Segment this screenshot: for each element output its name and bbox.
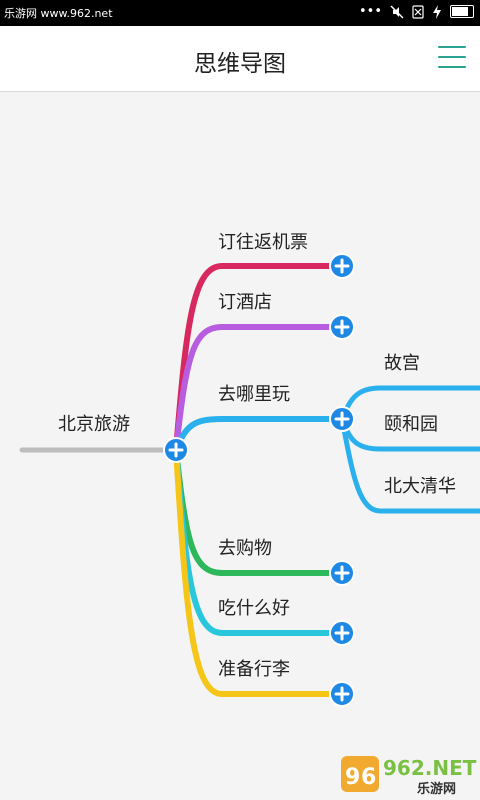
branch-label-hotel[interactable]: 订酒店 [218, 288, 272, 314]
mute-icon [390, 4, 404, 19]
root-node-label[interactable]: 北京旅游 [58, 410, 130, 436]
branch-label-luggage[interactable]: 准备行李 [218, 655, 290, 681]
luggage-expand-button[interactable] [329, 681, 355, 707]
svg-text:9: 9 [345, 765, 360, 790]
app-header: 思维导图 [0, 26, 480, 92]
svg-text:6: 6 [361, 765, 376, 790]
battery-icon [450, 5, 474, 18]
branch-label-sights[interactable]: 去哪里玩 [218, 380, 290, 406]
sim-icon [412, 4, 424, 19]
food-expand-button[interactable] [329, 620, 355, 646]
mindmap-connectors [19, 253, 480, 707]
status-icons: ••• [359, 4, 474, 19]
hamburger-menu-icon[interactable] [438, 44, 468, 70]
sub-label-yiheyuan[interactable]: 颐和园 [384, 410, 438, 436]
branch-label-shopping[interactable]: 去购物 [218, 534, 272, 560]
status-bar: 乐游网 www.962.net ••• [0, 0, 480, 26]
branch-label-flights[interactable]: 订往返机票 [218, 228, 308, 254]
watermark-sub: 乐游网 [417, 782, 457, 797]
charging-icon [433, 4, 441, 19]
hotel-expand-button[interactable] [329, 314, 355, 340]
page-title: 思维导图 [194, 51, 286, 77]
sights-expand-button[interactable] [329, 406, 355, 432]
watermark-brand: 962.NET [383, 756, 477, 780]
sub-label-gugong[interactable]: 故宫 [384, 349, 420, 375]
watermark-logo: 9 6 962.NET 乐游网 [339, 752, 477, 797]
mindmap-canvas: 北京旅游 订往返机票 订酒店 去哪里玩 故宫 颐和园 北大清华 去购物 吃什么好… [0, 92, 480, 800]
root-expand-button[interactable] [163, 437, 189, 463]
shopping-expand-button[interactable] [329, 560, 355, 586]
branch-connector-sights [173, 416, 345, 453]
status-source-label: 乐游网 www.962.net [4, 7, 113, 20]
sub-label-pku-thu[interactable]: 北大清华 [384, 472, 456, 498]
flights-expand-button[interactable] [329, 253, 355, 279]
dots-icon: ••• [358, 4, 382, 19]
branch-label-food[interactable]: 吃什么好 [218, 594, 290, 620]
